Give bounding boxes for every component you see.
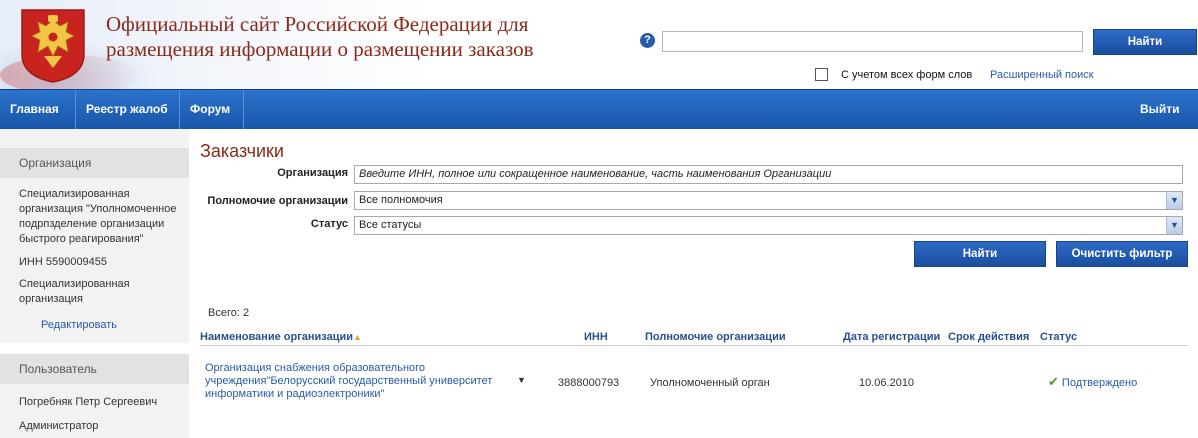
page: Официальный сайт Российской Федерации дл… (0, 0, 1198, 438)
column-header-term[interactable]: Срок действия (948, 331, 1029, 343)
organization-link[interactable]: Организация снабжения образовательного у… (205, 362, 510, 401)
table-header-divider (200, 345, 1188, 346)
find-button[interactable]: Найти (914, 241, 1046, 267)
user-heading: Пользователь (0, 354, 189, 384)
chevron-down-icon[interactable]: ▼ (1166, 217, 1182, 234)
site-title: Официальный сайт Российской Федерации дл… (106, 12, 534, 61)
advanced-search-link[interactable]: Расширенный поиск (990, 69, 1094, 81)
column-header-name-label: Наименование организации (200, 331, 354, 343)
user-role: Администратор (19, 420, 99, 432)
column-header-status[interactable]: Статус (1040, 331, 1077, 343)
organization-filter-label: Организация (277, 167, 348, 179)
status-filter-select[interactable]: Все статусы ▼ (354, 216, 1183, 235)
power-filter-label: Полномочие организации (207, 195, 348, 207)
organization-name: Специализированная организация "Уполномо… (19, 188, 177, 245)
help-icon[interactable]: ? (640, 33, 655, 48)
column-header-power[interactable]: Полномочие организации (645, 331, 786, 343)
user-name: Погребняк Петр Сергеевич (19, 396, 158, 408)
header: Официальный сайт Российской Федерации дл… (0, 0, 1198, 89)
organization-type: Специализированная организация (19, 278, 130, 305)
column-header-inn[interactable]: ИНН (584, 331, 608, 343)
row-status-label: Подтверждено (1061, 377, 1138, 389)
organization-inn: ИНН 5590009455 (19, 256, 108, 268)
column-header-name[interactable]: Наименование организации▲ (200, 331, 362, 343)
search-button[interactable]: Найти (1093, 29, 1197, 55)
checkmark-icon: ✔ (1048, 374, 1059, 389)
power-filter-select[interactable]: Все полномочия ▼ (354, 191, 1183, 210)
row-status: ✔ Подтверждено (1048, 374, 1137, 390)
nav-item-forum[interactable]: Форум (180, 90, 244, 129)
sort-ascending-icon: ▲ (353, 332, 362, 342)
organization-filter-input[interactable]: Введите ИНН, полное или сокращенное наим… (354, 165, 1183, 184)
row-inn: 3888000793 (558, 377, 620, 389)
coat-of-arms-icon (21, 9, 85, 83)
row-date: 10.06.2010 (859, 377, 915, 389)
power-filter-value: Все полномочия (359, 194, 443, 206)
word-forms-label: С учетом всех форм слов (841, 69, 973, 81)
status-filter-value: Все статусы (359, 219, 422, 231)
logout-link[interactable]: Выйти (1130, 90, 1198, 129)
chevron-down-icon[interactable]: ▼ (1166, 192, 1182, 209)
status-filter-label: Статус (310, 218, 348, 230)
column-header-date[interactable]: Дата регистрации (843, 331, 940, 343)
main-nav: Главная Реестр жалоб Форум Выйти (0, 89, 1198, 129)
page-title: Заказчики (200, 141, 284, 161)
clear-filter-button[interactable]: Очистить фильтр (1056, 241, 1188, 267)
total-count: Всего: 2 (208, 307, 250, 319)
edit-link[interactable]: Редактировать (41, 319, 117, 331)
nav-item-complaints-registry[interactable]: Реестр жалоб (76, 90, 180, 129)
nav-item-main[interactable]: Главная (0, 90, 76, 129)
search-input[interactable] (662, 31, 1083, 52)
row-dropdown-icon[interactable]: ▼ (517, 375, 526, 385)
row-power: Уполномоченный орган (650, 377, 770, 389)
word-forms-checkbox[interactable] (815, 68, 828, 81)
table-row: Организация снабжения образовательного у… (200, 360, 1188, 406)
organization-heading: Организация (0, 148, 189, 178)
sidebar: Организация Специализированная организац… (0, 129, 189, 438)
